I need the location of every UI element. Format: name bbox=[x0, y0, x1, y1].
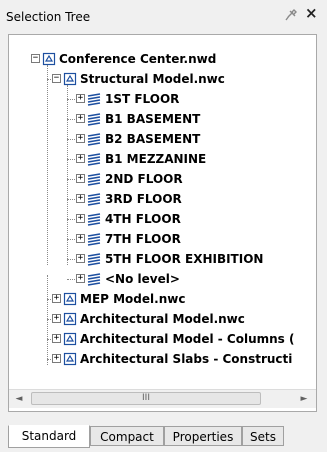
tree-node-label: <No level> bbox=[105, 272, 180, 286]
tree-node-label: B1 MEZZANINE bbox=[105, 152, 207, 166]
tree-node-label: MEP Model.nwc bbox=[80, 292, 186, 306]
tree-node-label: 5TH FLOOR EXHIBITION bbox=[105, 252, 264, 266]
tree-connector bbox=[47, 339, 51, 340]
panel-title: Selection Tree bbox=[6, 10, 91, 24]
tree-connector bbox=[47, 65, 48, 265]
tree-connector bbox=[67, 159, 75, 160]
level-layers-icon bbox=[87, 253, 101, 266]
tab-sets[interactable]: Sets bbox=[242, 426, 284, 446]
tree-connector bbox=[67, 239, 75, 240]
tree-node-label: 4TH FLOOR bbox=[105, 212, 181, 226]
expand-icon[interactable]: + bbox=[76, 134, 85, 143]
close-icon[interactable]: × bbox=[305, 6, 318, 21]
file-model-icon bbox=[63, 72, 77, 86]
level-layers-icon bbox=[87, 93, 101, 106]
expand-icon[interactable]: + bbox=[76, 214, 85, 223]
level-layers-icon bbox=[87, 153, 101, 166]
pin-icon[interactable] bbox=[284, 8, 298, 22]
tree-node-label: Architectural Model.nwc bbox=[80, 312, 245, 326]
tab-compact[interactable]: Compact bbox=[90, 426, 164, 446]
expand-icon[interactable]: + bbox=[76, 174, 85, 183]
expand-icon[interactable]: + bbox=[76, 154, 85, 163]
level-layers-icon bbox=[87, 173, 101, 186]
expand-icon[interactable]: + bbox=[52, 334, 61, 343]
scroll-thumb[interactable]: III bbox=[31, 392, 261, 405]
tree-node-label: 2ND FLOOR bbox=[105, 172, 183, 186]
tree-node-label: 7TH FLOOR bbox=[105, 232, 181, 246]
scroll-left-icon[interactable]: ◄ bbox=[12, 392, 26, 406]
collapse-icon[interactable]: − bbox=[31, 54, 40, 63]
tree-connector bbox=[67, 85, 68, 265]
scroll-right-icon[interactable]: ► bbox=[297, 392, 311, 406]
tree-connector bbox=[67, 179, 75, 180]
tree-connector bbox=[67, 99, 75, 100]
selection-tree[interactable]: − Conference Center.nwd − Structural Mod… bbox=[8, 34, 317, 412]
tab-standard[interactable]: Standard bbox=[8, 425, 90, 448]
tree-connector bbox=[67, 119, 75, 120]
tree-connector bbox=[47, 79, 51, 80]
tab-properties[interactable]: Properties bbox=[164, 426, 242, 446]
tree-node-label: 3RD FLOOR bbox=[105, 192, 182, 206]
level-layers-icon bbox=[87, 273, 101, 286]
expand-icon[interactable]: + bbox=[52, 294, 61, 303]
tree-connector bbox=[67, 139, 75, 140]
panel-title-bar: Selection Tree × bbox=[0, 0, 327, 34]
expand-icon[interactable]: + bbox=[76, 114, 85, 123]
tree-node-label: Structural Model.nwc bbox=[80, 72, 225, 86]
expand-icon[interactable]: + bbox=[76, 254, 85, 263]
file-model-icon bbox=[63, 312, 77, 326]
tree-node-label: Conference Center.nwd bbox=[59, 52, 217, 66]
tree-node-label: B2 BASEMENT bbox=[105, 132, 201, 146]
file-model-icon bbox=[63, 332, 77, 346]
file-model-icon bbox=[63, 292, 77, 306]
expand-icon[interactable]: + bbox=[52, 354, 61, 363]
expand-icon[interactable]: + bbox=[52, 314, 61, 323]
collapse-icon[interactable]: − bbox=[52, 74, 61, 83]
level-layers-icon bbox=[87, 133, 101, 146]
level-layers-icon bbox=[87, 193, 101, 206]
level-layers-icon bbox=[87, 233, 101, 246]
expand-icon[interactable]: + bbox=[76, 274, 85, 283]
tree-node-label: Architectural Slabs - Constructi bbox=[80, 352, 293, 366]
level-layers-icon bbox=[87, 113, 101, 126]
tree-node-label: Architectural Model - Columns ( bbox=[80, 332, 295, 346]
file-model-icon bbox=[63, 352, 77, 366]
file-model-icon bbox=[42, 52, 56, 66]
tree-connector bbox=[67, 219, 75, 220]
tree-connector bbox=[47, 299, 51, 300]
tree-connector bbox=[67, 279, 75, 280]
tree-connector bbox=[47, 275, 48, 365]
tree-connector bbox=[47, 319, 51, 320]
tree-node-label: 1ST FLOOR bbox=[105, 92, 180, 106]
tree-connector bbox=[67, 199, 75, 200]
expand-icon[interactable]: + bbox=[76, 234, 85, 243]
level-layers-icon bbox=[87, 213, 101, 226]
tree-connector bbox=[47, 359, 51, 360]
expand-icon[interactable]: + bbox=[76, 94, 85, 103]
tree-node-label: B1 BASEMENT bbox=[105, 112, 201, 126]
horizontal-scrollbar[interactable]: ◄ III ► bbox=[9, 389, 316, 408]
tree-connector bbox=[67, 259, 75, 260]
expand-icon[interactable]: + bbox=[76, 194, 85, 203]
